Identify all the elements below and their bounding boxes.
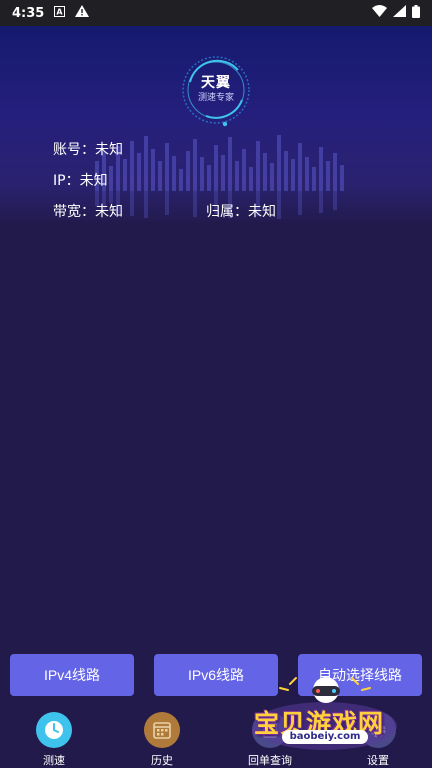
- status-time: 4:35: [12, 5, 45, 21]
- logo-title: 天翼: [201, 75, 231, 91]
- equalizer-bars: [95, 135, 344, 191]
- nav-label-history: 历史: [151, 754, 173, 767]
- clock-icon: [36, 712, 72, 748]
- bandwidth-info: 带宽：未知: [53, 204, 123, 220]
- nav-item-history[interactable]: 历史: [122, 708, 202, 768]
- site-watermark: 宝贝游戏网 baobeiy.com: [250, 676, 400, 756]
- ip-info: IP：未知: [53, 173, 108, 189]
- speedtest-screen: 4:35 A 天翼 测速专家 账号：未知 IP：未知 带宽：未知 归属：未知 I…: [0, 0, 432, 768]
- hero-banner: 天翼 测速专家 账号：未知 IP：未知 带宽：未知 归属：未知: [0, 26, 432, 222]
- region-info: 归属：未知: [206, 204, 276, 220]
- notification-a-icon: A: [54, 5, 66, 21]
- calendar-icon: [144, 712, 180, 748]
- logo-subtitle: 测速专家: [197, 93, 234, 103]
- status-bar: 4:35 A: [0, 0, 432, 26]
- watermark-url: baobeiy.com: [282, 730, 368, 744]
- nav-item-speedtest[interactable]: 测速: [14, 708, 94, 768]
- ipv4-route-button[interactable]: IPv4线路: [10, 654, 134, 696]
- signal-icon: [393, 5, 406, 21]
- battery-icon: [412, 4, 420, 22]
- nav-label-speedtest: 测速: [43, 754, 65, 767]
- wifi-icon: [372, 5, 387, 21]
- warning-icon: [75, 5, 90, 21]
- svg-text:A: A: [57, 7, 64, 16]
- account-info: 账号：未知: [53, 142, 123, 158]
